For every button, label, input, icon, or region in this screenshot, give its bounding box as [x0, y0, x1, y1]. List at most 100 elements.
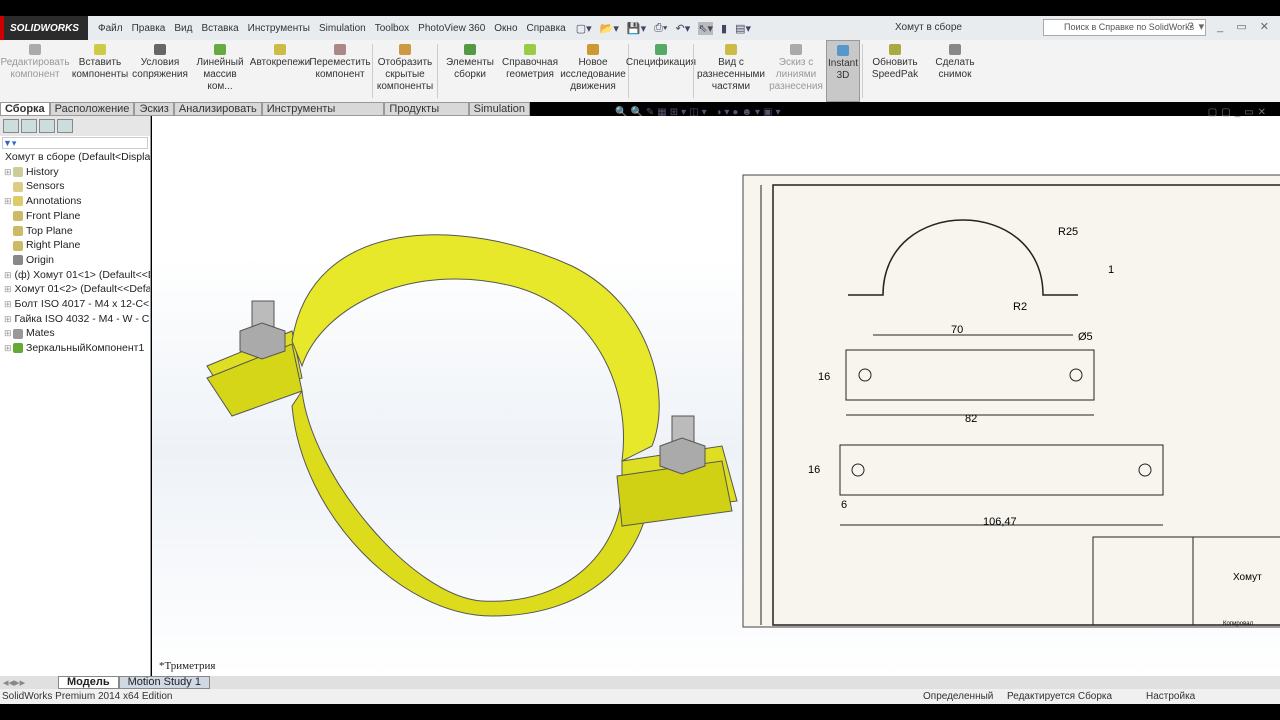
ribbon-label: Эскиз с линиями разнесения — [769, 57, 823, 92]
tree-item[interactable]: Front Plane — [0, 209, 150, 224]
ribbon-button[interactable]: Вид с разнесенными частями — [696, 40, 766, 102]
tab-motion-study[interactable]: Motion Study 1 — [118, 676, 210, 689]
menu-item[interactable]: Вставка — [201, 23, 238, 34]
ribbon-button[interactable]: Линейный массив ком... — [190, 40, 250, 102]
tree-item-icon — [13, 328, 23, 339]
tree-item[interactable]: ⊞ History — [0, 165, 150, 180]
drawing-sheet[interactable]: 70 82 106,47 R25 R2 1 Ø5 16 16 6 Хомут К… — [742, 174, 1280, 628]
command-tab[interactable]: Simulation — [468, 102, 530, 116]
tree-item[interactable]: ⊞(ф) Хомут 01<1> (Default<<Default> — [0, 268, 150, 283]
tree-item-icon — [13, 240, 23, 251]
tree-item[interactable]: ⊞ Annotations — [0, 194, 150, 209]
config-tab-icon[interactable] — [39, 119, 55, 133]
tab-model[interactable]: Модель — [58, 676, 119, 689]
command-tab[interactable]: Расположение — [49, 102, 135, 116]
tree-item[interactable]: ⊞ ЗеркальныйКомпонент1 — [0, 341, 150, 356]
expand-icon[interactable]: ⊞ — [4, 165, 13, 180]
ribbon-button[interactable]: Переместить компонент — [309, 40, 371, 102]
customize-menu[interactable]: Настройка — [1146, 689, 1195, 704]
menu-item[interactable]: Вид — [174, 23, 192, 34]
ribbon-button[interactable]: Редактировать компонент — [0, 40, 70, 102]
command-manager: Редактировать компонент Вставить компонен… — [0, 40, 1280, 102]
nut-right[interactable] — [659, 437, 706, 475]
tree-item[interactable]: ⊞Хомут 01<2> (Default<<Default> — [0, 282, 150, 297]
ribbon-button[interactable]: Вставить компоненты — [70, 40, 130, 102]
clamp-model[interactable] — [206, 234, 738, 617]
tree-item-label: Гайка ISO 4032 - M4 - W - C<1> — [14, 312, 150, 325]
nut-left[interactable] — [239, 322, 286, 360]
command-tab[interactable]: Продукты Office — [384, 102, 469, 127]
command-tab[interactable]: Анализировать — [173, 102, 262, 116]
menu-item[interactable]: Инструменты — [248, 23, 310, 34]
tree-item-label: Top Plane — [26, 224, 73, 237]
dim-106-47: 106,47 — [983, 516, 1017, 528]
ribbon-button[interactable]: Сделать снимок — [925, 40, 985, 102]
menu-item[interactable]: Simulation — [319, 23, 366, 34]
ribbon-button[interactable]: Эскиз с линиями разнесения — [766, 40, 826, 102]
tab-scroll-arrows[interactable]: ◂◂▸▸ — [0, 676, 58, 689]
definition-state: Определенный — [923, 691, 994, 702]
ribbon-icon — [334, 44, 346, 55]
edition-text: SolidWorks Premium 2014 x64 Edition — [2, 691, 173, 702]
open-icon[interactable]: 📂▾ — [600, 22, 619, 35]
model-viewport[interactable]: 70 82 106,47 R25 R2 1 Ø5 16 16 6 Хомут К… — [152, 116, 1280, 676]
ribbon-label: Редактировать компонент — [0, 57, 70, 80]
tree-item-icon — [13, 255, 23, 266]
ribbon-label: Условия сопряжения — [132, 57, 188, 80]
menu-item[interactable]: Справка — [527, 23, 566, 34]
rebuild-icon[interactable]: ▮ — [721, 22, 727, 35]
tree-item[interactable]: ⊞ Mates — [0, 326, 150, 341]
select-icon[interactable]: ⇖▾ — [698, 21, 714, 35]
featuremanager-tab-icon[interactable] — [3, 119, 19, 133]
menu-item[interactable]: PhotoView 360 — [418, 23, 485, 34]
ribbon-button[interactable]: Instant 3D — [826, 40, 860, 102]
options-icon[interactable]: ▤▾ — [735, 22, 751, 35]
ribbon-button[interactable]: Условия сопряжения — [130, 40, 190, 102]
expand-icon[interactable]: ⊞ — [4, 194, 13, 209]
command-tab[interactable]: Сборка — [0, 102, 50, 116]
ribbon-button[interactable]: Справочная геометрия — [500, 40, 560, 102]
command-tab[interactable]: Инструменты отрисовки — [261, 102, 385, 127]
viewport-window-controls[interactable]: ▢▢_▭✕ — [1208, 107, 1270, 118]
command-tab[interactable]: Эскиз — [134, 102, 174, 116]
undo-icon[interactable]: ↶▾ — [676, 22, 691, 35]
expand-icon[interactable]: ⊞ — [4, 282, 12, 297]
display-tab-icon[interactable] — [57, 119, 73, 133]
ribbon-button[interactable]: Автокрепежи — [250, 40, 310, 102]
save-icon[interactable]: 💾▾ — [627, 22, 646, 35]
ribbon-icon — [214, 44, 226, 55]
print-icon[interactable]: ⎙▾ — [654, 22, 667, 35]
tree-filter[interactable]: ▼▾ — [2, 137, 148, 149]
expand-icon[interactable]: ⊞ — [4, 326, 13, 341]
menu-item[interactable]: Файл — [98, 23, 123, 34]
expand-icon[interactable]: ⊞ — [4, 268, 12, 283]
tree-item[interactable]: Sensors — [0, 179, 150, 194]
dim-1: 1 — [1108, 264, 1114, 276]
window-controls[interactable]: ?▾ _ ▭ ✕ — [1187, 20, 1274, 33]
title-bar: SOLIDWORKS Файл Правка Вид Вставка Инструмен… — [0, 16, 1280, 40]
tree-item[interactable]: Right Plane — [0, 238, 150, 253]
property-tab-icon[interactable] — [21, 119, 37, 133]
help-search-input[interactable]: Поиск в Справке по SolidWorks — [1043, 19, 1206, 36]
ribbon-button[interactable]: Элементы сборки — [440, 40, 500, 102]
tree-item[interactable]: Хомут в сборе (Default<Display State-1>) — [0, 150, 150, 165]
graphics-area[interactable]: 70 82 106,47 R25 R2 1 Ø5 16 16 6 Хомут К… — [152, 116, 1280, 676]
tree-item[interactable]: ⊞Гайка ISO 4032 - M4 - W - C<1> — [0, 312, 150, 327]
menu-item[interactable]: Toolbox — [375, 23, 409, 34]
menu-item[interactable]: Окно — [494, 23, 517, 34]
expand-icon[interactable]: ⊞ — [4, 297, 12, 312]
tree-item-label: Right Plane — [26, 239, 81, 252]
tree-item[interactable]: ⊞ Болт ISO 4017 - M4 x 12-C<1> — [0, 297, 150, 312]
ribbon-icon — [94, 44, 106, 55]
tree-item[interactable]: Top Plane — [0, 224, 150, 239]
ribbon-button[interactable]: Новое исследование движения — [560, 40, 626, 102]
tree-item[interactable]: Origin — [0, 253, 150, 268]
expand-icon[interactable]: ⊞ — [4, 341, 13, 356]
ribbon-icon — [399, 44, 411, 55]
ribbon-button[interactable]: Спецификация — [626, 40, 696, 102]
ribbon-button[interactable]: Отобразить скрытые компоненты — [375, 40, 435, 102]
new-icon[interactable]: ▢▾ — [576, 22, 592, 35]
ribbon-button[interactable]: Обновить SpeedPak — [865, 40, 925, 102]
expand-icon[interactable]: ⊞ — [4, 312, 12, 327]
menu-item[interactable]: Правка — [132, 23, 166, 34]
